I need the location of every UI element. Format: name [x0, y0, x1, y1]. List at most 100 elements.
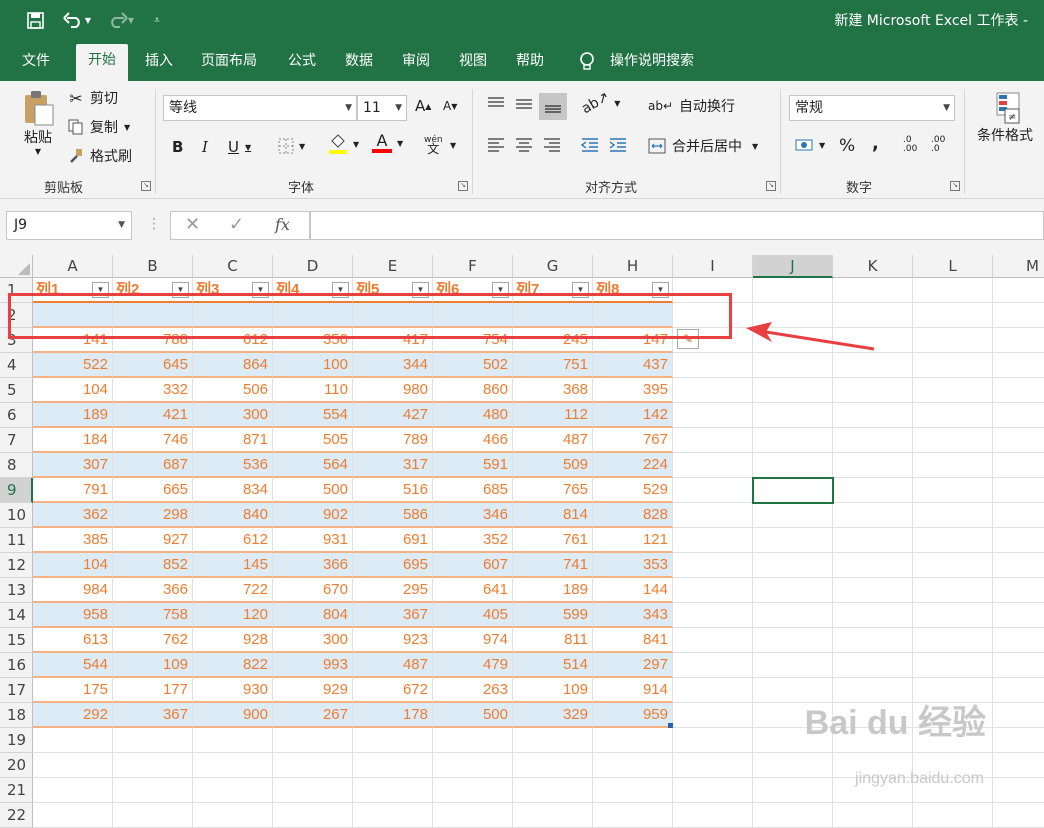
- align-right-button[interactable]: [542, 137, 562, 153]
- copy-dropdown-icon[interactable]: ▼: [124, 123, 130, 132]
- merge-center-button[interactable]: 合并后居中 ▼: [648, 136, 758, 156]
- table-cell[interactable]: 834: [193, 478, 273, 503]
- grid-cell[interactable]: [913, 578, 993, 603]
- grid-cell[interactable]: [753, 503, 833, 528]
- table-cell[interactable]: 860: [433, 378, 513, 403]
- table-cell[interactable]: 993: [273, 653, 353, 678]
- formula-input[interactable]: [310, 211, 1044, 240]
- align-bottom-button[interactable]: [539, 93, 567, 120]
- tab-view[interactable]: 视图: [459, 50, 487, 72]
- table-cell[interactable]: 300: [193, 403, 273, 428]
- grid-cell[interactable]: [993, 353, 1044, 378]
- decrease-indent-button[interactable]: [580, 137, 600, 153]
- grid-cell[interactable]: [913, 453, 993, 478]
- table-cell[interactable]: 295: [353, 578, 433, 603]
- undo-icon[interactable]: ▼: [58, 9, 96, 31]
- grid-cell[interactable]: [33, 753, 113, 778]
- grid-cell[interactable]: [993, 553, 1044, 578]
- font-name-select[interactable]: 等线 ▼: [163, 95, 357, 121]
- table-cell[interactable]: 366: [273, 553, 353, 578]
- table-cell[interactable]: 928: [193, 628, 273, 653]
- wrap-text-button[interactable]: ab↵ 自动换行: [648, 96, 735, 116]
- table-cell[interactable]: 586: [353, 503, 433, 528]
- table-cell[interactable]: 923: [353, 628, 433, 653]
- grid-cell[interactable]: [673, 553, 753, 578]
- grid-cell[interactable]: [833, 278, 913, 303]
- comma-style-button[interactable]: ,: [872, 133, 879, 154]
- table-cell[interactable]: 767: [593, 428, 673, 453]
- row-header[interactable]: 12: [0, 553, 33, 578]
- font-size-select[interactable]: 11 ▼: [357, 95, 407, 121]
- tab-data[interactable]: 数据: [345, 50, 373, 72]
- table-cell[interactable]: 687: [113, 453, 193, 478]
- grid-cell[interactable]: [833, 603, 913, 628]
- grid-cell[interactable]: [993, 378, 1044, 403]
- table-cell[interactable]: 506: [193, 378, 273, 403]
- table-cell[interactable]: 300: [273, 628, 353, 653]
- select-all-corner[interactable]: [0, 255, 33, 278]
- table-cell[interactable]: 189: [33, 403, 113, 428]
- table-cell[interactable]: 670: [273, 578, 353, 603]
- table-cell[interactable]: 421: [113, 403, 193, 428]
- grid-cell[interactable]: [993, 728, 1044, 753]
- grid-cell[interactable]: [993, 703, 1044, 728]
- column-header[interactable]: L: [913, 255, 993, 278]
- grid-cell[interactable]: [753, 528, 833, 553]
- grid-cell[interactable]: [673, 353, 753, 378]
- grid-cell[interactable]: [833, 503, 913, 528]
- table-cell[interactable]: 613: [33, 628, 113, 653]
- table-cell[interactable]: 466: [433, 428, 513, 453]
- grid-cell[interactable]: [993, 278, 1044, 303]
- column-header[interactable]: D: [273, 255, 353, 278]
- grid-cell[interactable]: [113, 803, 193, 828]
- grid-cell[interactable]: [753, 353, 833, 378]
- grid-cell[interactable]: [673, 528, 753, 553]
- table-cell[interactable]: 554: [273, 403, 353, 428]
- grid-cell[interactable]: [993, 678, 1044, 703]
- table-cell[interactable]: 502: [433, 353, 513, 378]
- paste-dropdown-icon[interactable]: ▼: [35, 147, 41, 156]
- table-cell[interactable]: 691: [353, 528, 433, 553]
- table-cell[interactable]: 591: [433, 453, 513, 478]
- grid-cell[interactable]: [833, 653, 913, 678]
- table-cell[interactable]: 346: [433, 503, 513, 528]
- table-cell[interactable]: 804: [273, 603, 353, 628]
- table-cell[interactable]: 902: [273, 503, 353, 528]
- grid-cell[interactable]: [833, 378, 913, 403]
- table-cell[interactable]: 514: [513, 653, 593, 678]
- table-cell[interactable]: 814: [513, 503, 593, 528]
- grid-cell[interactable]: [673, 678, 753, 703]
- table-cell[interactable]: 317: [353, 453, 433, 478]
- font-color-button[interactable]: A ▼: [372, 133, 403, 153]
- grid-cell[interactable]: [993, 778, 1044, 803]
- grid-cell[interactable]: [673, 703, 753, 728]
- grid-cell[interactable]: [753, 403, 833, 428]
- name-box[interactable]: J9 ▼: [6, 211, 132, 240]
- grid-cell[interactable]: [593, 778, 673, 803]
- grid-cell[interactable]: [513, 753, 593, 778]
- table-cell[interactable]: 437: [593, 353, 673, 378]
- grid-cell[interactable]: [353, 803, 433, 828]
- grid-cell[interactable]: [993, 403, 1044, 428]
- row-header[interactable]: 11: [0, 528, 33, 553]
- accounting-format-button[interactable]: ▼: [795, 137, 825, 153]
- table-cell[interactable]: 900: [193, 703, 273, 728]
- tab-insert[interactable]: 插入: [145, 50, 173, 72]
- redo-icon[interactable]: ▼: [104, 9, 138, 31]
- grid-cell[interactable]: [593, 728, 673, 753]
- grid-cell[interactable]: [113, 753, 193, 778]
- number-launcher-icon[interactable]: ↘: [950, 181, 960, 191]
- grid-cell[interactable]: [513, 728, 593, 753]
- grid-cell[interactable]: [753, 453, 833, 478]
- table-cell[interactable]: 505: [273, 428, 353, 453]
- customize-quick-access-icon[interactable]: ⩡: [150, 9, 164, 31]
- column-header[interactable]: H: [593, 255, 673, 278]
- grid-cell[interactable]: [753, 578, 833, 603]
- table-cell[interactable]: 529: [593, 478, 673, 503]
- grid-cell[interactable]: [753, 803, 833, 828]
- grid-cell[interactable]: [753, 553, 833, 578]
- table-cell[interactable]: 110: [273, 378, 353, 403]
- table-cell[interactable]: 395: [593, 378, 673, 403]
- grid-cell[interactable]: [113, 728, 193, 753]
- table-cell[interactable]: 980: [353, 378, 433, 403]
